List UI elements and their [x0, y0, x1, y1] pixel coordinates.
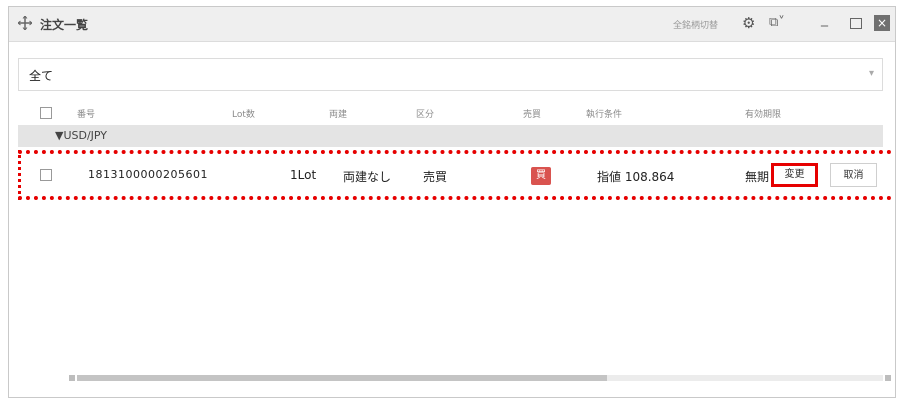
cancel-button[interactable]: 取消 [830, 163, 877, 187]
col-category: 区分 [416, 110, 435, 120]
horizontal-scrollbar[interactable] [33, 373, 895, 385]
order-number: 1813100000205601 [88, 168, 208, 181]
col-order-no: 番号 [77, 110, 96, 120]
col-validity: 有効期限 [745, 110, 782, 120]
order-execution: 指値 108.864 [597, 170, 675, 184]
select-all-checkbox[interactable] [40, 107, 52, 119]
gear-icon[interactable]: ⚙ [742, 16, 755, 31]
group-row-usdjpy[interactable]: ▼USD/JPY [18, 125, 883, 147]
scroll-right-icon[interactable] [885, 375, 891, 381]
col-side: 売買 [523, 110, 542, 120]
change-button[interactable]: 変更 [771, 163, 818, 187]
filter-value: 全て [29, 69, 54, 83]
row-checkbox[interactable] [40, 169, 52, 181]
column-header: 番号 Lot数 両建 区分 売買 執行条件 有効期限 [18, 101, 883, 125]
order-category: 売買 [423, 170, 448, 184]
title-bar: 注文一覧 全銘柄切替 ⚙ ⧉˅ _ × [9, 7, 895, 42]
order-lots: 1Lot [290, 168, 317, 182]
order-settlement: 両建なし [343, 170, 392, 184]
col-settlement: 両建 [329, 110, 348, 120]
col-execution: 執行条件 [586, 110, 623, 120]
filter-select[interactable]: 全て ▾ [18, 58, 883, 91]
table-row[interactable]: 1813100000205601 1Lot 両建なし 売買 買 指値 108.8… [18, 158, 883, 193]
maximize-icon[interactable] [850, 18, 862, 29]
col-lots: Lot数 [232, 110, 255, 120]
move-icon[interactable] [18, 16, 32, 30]
group-label: ▼USD/JPY [55, 129, 108, 142]
order-validity: 無期 [745, 170, 770, 184]
minimize-icon[interactable]: _ [821, 11, 828, 27]
all-symbols-switch[interactable]: 全銘柄切替 [673, 18, 718, 31]
chevron-down-icon: ▾ [868, 68, 874, 79]
scroll-thumb[interactable] [77, 375, 607, 381]
layout-icon[interactable]: ⧉˅ [769, 15, 785, 30]
order-list-window: 注文一覧 全銘柄切替 ⚙ ⧉˅ _ × 全て ▾ 番号 Lot数 両建 区分 売… [8, 6, 896, 398]
window-title: 注文一覧 [40, 18, 89, 32]
buy-badge: 買 [531, 167, 551, 185]
close-icon[interactable]: × [874, 15, 890, 31]
scroll-left-icon[interactable] [69, 375, 75, 381]
